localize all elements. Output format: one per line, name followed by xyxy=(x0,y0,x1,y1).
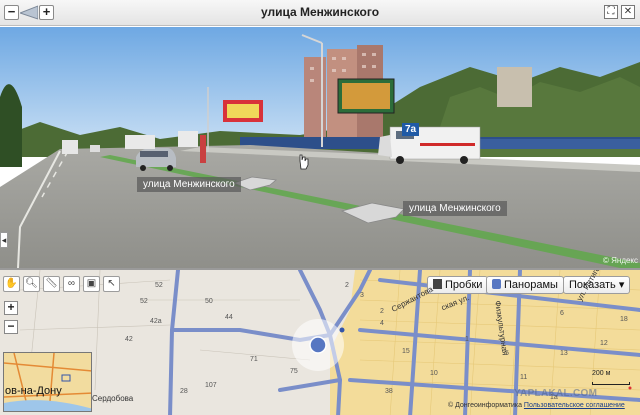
copyright: © Донгеоинформатика Пользовательское сог… xyxy=(448,402,625,409)
magnifier-icon[interactable]: 🔍︎ xyxy=(23,276,40,292)
map-toolbar: ✋ 🔍︎ 📏︎ ∞ ▣ ↖ xyxy=(3,276,120,292)
house-number: 4 xyxy=(380,320,384,327)
panorama-scene xyxy=(0,27,640,268)
show-label: Показать ▾ xyxy=(569,279,625,291)
house-number: 42a xyxy=(150,318,162,325)
cursor-icon[interactable]: ↖ xyxy=(103,276,120,292)
house-number: 13 xyxy=(560,350,568,357)
page-title: улица Менжинского xyxy=(260,5,380,19)
house-number: 42 xyxy=(125,336,133,343)
panorama-header: − + улица Менжинского ⛶ ✕ xyxy=(0,0,640,26)
watermark: YAPLAKAL.COM xyxy=(514,388,598,399)
scale-bar xyxy=(592,382,630,385)
house-number: 18 xyxy=(620,316,628,323)
show-dropdown[interactable]: Показать ▾ xyxy=(563,276,631,294)
street-view-window: − + улица Менжинского ⛶ ✕ улица Менжинск… xyxy=(0,0,640,415)
scale-label: 200 м xyxy=(592,370,611,377)
panoramas-label: Панорамы xyxy=(504,279,558,291)
route-badge: 7а xyxy=(402,123,420,136)
house-number: 12 xyxy=(600,340,608,347)
house-number: 44 xyxy=(225,314,233,321)
house-number: 3 xyxy=(360,292,364,299)
house-number: 2 xyxy=(380,308,384,315)
street-label-near[interactable]: улица Менжинского xyxy=(137,177,241,192)
house-number: 1 xyxy=(465,336,469,343)
house-number: 107 xyxy=(205,382,217,389)
house-number: 50 xyxy=(205,298,213,305)
fullscreen-icon[interactable]: ⛶ xyxy=(604,5,618,19)
house-number: 52 xyxy=(155,282,163,289)
ruler-icon[interactable]: 📏︎ xyxy=(43,276,60,292)
map-zoom-in-button[interactable]: + xyxy=(4,301,18,315)
house-number: 75 xyxy=(290,368,298,375)
yandex-brand: © Яндекс xyxy=(603,256,639,265)
panoramas-button[interactable]: Панорамы xyxy=(486,276,564,294)
house-number: 15 xyxy=(402,348,410,355)
terms-link[interactable]: Пользовательское соглашение xyxy=(524,402,625,409)
print-icon[interactable]: ▣ xyxy=(83,276,100,292)
map-zoom-out-button[interactable]: − xyxy=(4,320,18,334)
close-icon[interactable]: ✕ xyxy=(621,5,635,19)
link-icon[interactable]: ∞ xyxy=(63,276,80,292)
traffic-light-icon xyxy=(433,279,442,289)
hand-icon[interactable]: ✋ xyxy=(3,276,20,292)
house-number: 2 xyxy=(345,282,349,289)
street-name: Сердобова xyxy=(92,394,134,403)
house-number: 38 xyxy=(385,388,393,395)
minimap-city-label: ов-на-Дону xyxy=(5,385,62,397)
scroll-left-arrow[interactable]: ◂ xyxy=(0,232,8,248)
house-number: 52 xyxy=(140,298,148,305)
house-number: 11 xyxy=(520,374,528,381)
house-number: 71 xyxy=(250,356,258,363)
traffic-button[interactable]: Пробки xyxy=(427,276,489,294)
copyright-text: © Донгеоинформатика xyxy=(448,402,522,409)
traffic-label: Пробки xyxy=(445,279,483,291)
map-panel[interactable]: ✋ 🔍︎ 📏︎ ∞ ▣ ↖ + − Пробки Панорамы Показа… xyxy=(0,268,640,415)
panorama-icon xyxy=(492,279,501,289)
street-label-far[interactable]: улица Менжинского xyxy=(403,201,507,216)
house-number: 6 xyxy=(560,310,564,317)
house-number: 10 xyxy=(430,370,438,377)
minimap-canvas xyxy=(4,353,91,411)
overview-minimap[interactable]: ов-на-Дону xyxy=(3,352,92,412)
house-number: 28 xyxy=(180,388,188,395)
panorama-view[interactable]: улица Менжинского улица Менжинского 7а ◂… xyxy=(0,27,640,268)
